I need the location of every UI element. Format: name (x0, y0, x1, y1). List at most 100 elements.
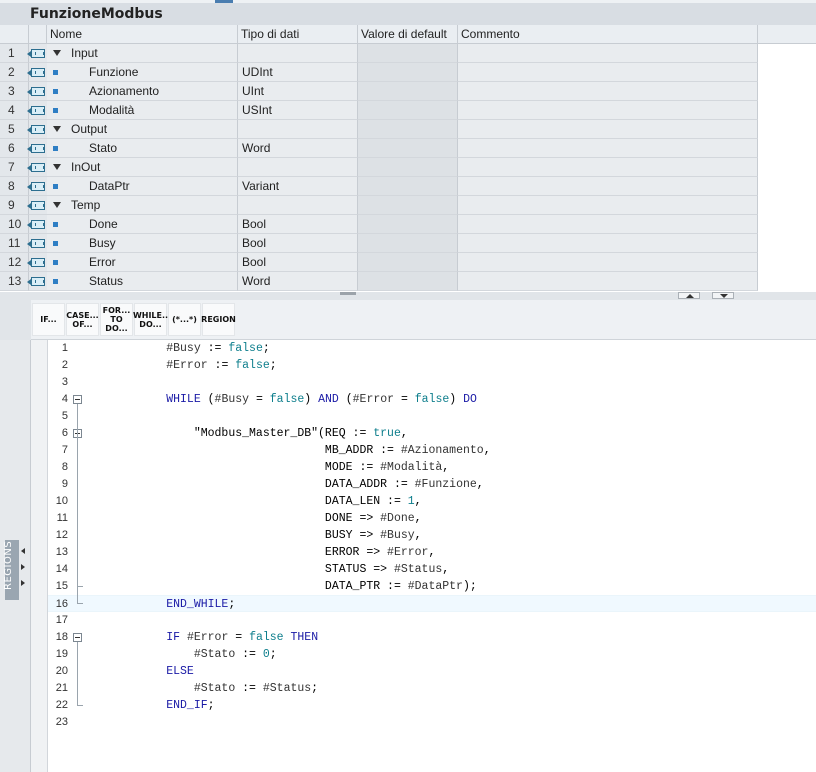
table-row[interactable]: 13 Status Word (0, 272, 758, 291)
collapse-up-button[interactable] (678, 292, 700, 299)
code-line[interactable]: 13 ERROR => #Error, (48, 544, 816, 561)
code-line[interactable]: 14 STATUS => #Status, (48, 561, 816, 578)
name-cell[interactable]: Funzione (47, 63, 238, 82)
code-line[interactable]: 19 #Stato := 0; (48, 646, 816, 663)
collapse-down-button[interactable] (712, 292, 734, 299)
insert-for-button[interactable]: FOR... TO DO... (100, 303, 133, 336)
code-line[interactable]: 1 #Busy := false; (48, 340, 816, 357)
default-cell[interactable] (358, 82, 458, 101)
type-cell[interactable]: UInt (238, 82, 358, 101)
name-cell[interactable]: Output (47, 120, 238, 139)
code-line[interactable]: 11 DONE => #Done, (48, 510, 816, 527)
table-row[interactable]: 10 Done Bool (0, 215, 758, 234)
insert-while-button[interactable]: WHILE.. DO... (133, 303, 168, 336)
comment-cell[interactable] (458, 196, 758, 215)
table-row[interactable]: 1 Input (0, 44, 758, 63)
code-line[interactable]: 23 (48, 714, 816, 731)
table-row[interactable]: 5 Output (0, 120, 758, 139)
code-line[interactable]: 20 ELSE (48, 663, 816, 680)
type-cell[interactable]: Bool (238, 253, 358, 272)
name-cell[interactable]: Stato (47, 139, 238, 158)
code-line[interactable]: 6 "Modbus_Master_DB"(REQ := true, (48, 425, 816, 442)
expand-triangle-icon[interactable] (53, 126, 61, 132)
name-cell[interactable]: Temp (47, 196, 238, 215)
type-cell[interactable]: Word (238, 139, 358, 158)
comment-cell[interactable] (458, 272, 758, 291)
name-cell[interactable]: Status (47, 272, 238, 291)
header-tipo-di-dati[interactable]: Tipo di dati (238, 25, 358, 44)
table-row[interactable]: 9 Temp (0, 196, 758, 215)
default-cell[interactable] (358, 120, 458, 139)
default-cell[interactable] (358, 253, 458, 272)
code-line[interactable]: 9 DATA_ADDR := #Funzione, (48, 476, 816, 493)
table-row[interactable]: 6 Stato Word (0, 139, 758, 158)
code-line[interactable]: 15 DATA_PTR := #DataPtr); (48, 578, 816, 595)
code-line[interactable]: 5 (48, 408, 816, 425)
code-line[interactable]: 22 END_IF; (48, 697, 816, 714)
insert-region-button[interactable]: REGION (201, 303, 236, 336)
code-line[interactable]: 18 IF #Error = false THEN (48, 629, 816, 646)
comment-cell[interactable] (458, 120, 758, 139)
header-nome[interactable]: Nome (47, 25, 238, 44)
name-cell[interactable]: Error (47, 253, 238, 272)
default-cell[interactable] (358, 196, 458, 215)
expand-triangle-icon[interactable] (53, 164, 61, 170)
type-cell[interactable]: Bool (238, 215, 358, 234)
default-cell[interactable] (358, 177, 458, 196)
header-commento[interactable]: Commento (458, 25, 758, 44)
insert-case-button[interactable]: CASE... OF... (66, 303, 99, 336)
table-row[interactable]: 4 Modalità USInt (0, 101, 758, 120)
type-cell[interactable] (238, 120, 358, 139)
table-row[interactable]: 2 Funzione UDInt (0, 63, 758, 82)
name-cell[interactable]: DataPtr (47, 177, 238, 196)
insert-if-button[interactable]: IF... (32, 303, 65, 336)
type-cell[interactable] (238, 44, 358, 63)
expand-triangle-icon[interactable] (53, 202, 61, 208)
expand-triangle-icon[interactable] (53, 50, 61, 56)
name-cell[interactable]: Busy (47, 234, 238, 253)
type-cell[interactable]: Variant (238, 177, 358, 196)
name-cell[interactable]: InOut (47, 158, 238, 177)
type-cell[interactable]: UDInt (238, 63, 358, 82)
header-valore-default[interactable]: Valore di default (358, 25, 458, 44)
default-cell[interactable] (358, 158, 458, 177)
insert-comment-button[interactable]: (*...*) (168, 303, 201, 336)
name-cell[interactable]: Done (47, 215, 238, 234)
name-cell[interactable]: Azionamento (47, 82, 238, 101)
default-cell[interactable] (358, 215, 458, 234)
comment-cell[interactable] (458, 63, 758, 82)
comment-cell[interactable] (458, 101, 758, 120)
fold-toggle-icon[interactable] (73, 633, 82, 642)
default-cell[interactable] (358, 272, 458, 291)
scl-code-editor[interactable]: 1 #Busy := false; 2 #Error := false; 3 4 WH… (48, 340, 816, 772)
table-row[interactable]: 3 Azionamento UInt (0, 82, 758, 101)
comment-cell[interactable] (458, 139, 758, 158)
expand-right-icon[interactable] (21, 564, 25, 570)
type-cell[interactable]: USInt (238, 101, 358, 120)
default-cell[interactable] (358, 139, 458, 158)
code-line[interactable]: 3 (48, 374, 816, 391)
collapse-left-icon[interactable] (21, 548, 25, 554)
code-line[interactable]: 4 WHILE (#Busy = false) AND (#Error = fa… (48, 391, 816, 408)
type-cell[interactable] (238, 196, 358, 215)
code-line[interactable]: 21 #Stato := #Status; (48, 680, 816, 697)
code-line[interactable]: 12 BUSY => #Busy, (48, 527, 816, 544)
default-cell[interactable] (358, 44, 458, 63)
code-line[interactable]: 16 END_WHILE; (48, 595, 816, 612)
comment-cell[interactable] (458, 234, 758, 253)
type-cell[interactable]: Word (238, 272, 358, 291)
table-row[interactable]: 12 Error Bool (0, 253, 758, 272)
name-cell[interactable]: Modalità (47, 101, 238, 120)
type-cell[interactable] (238, 158, 358, 177)
table-row[interactable]: 11 Busy Bool (0, 234, 758, 253)
splitter-bar[interactable] (0, 292, 816, 300)
comment-cell[interactable] (458, 253, 758, 272)
code-line[interactable]: 8 MODE := #Modalità, (48, 459, 816, 476)
code-line[interactable]: 10 DATA_LEN := 1, (48, 493, 816, 510)
default-cell[interactable] (358, 63, 458, 82)
comment-cell[interactable] (458, 82, 758, 101)
comment-cell[interactable] (458, 158, 758, 177)
comment-cell[interactable] (458, 44, 758, 63)
code-line[interactable]: 2 #Error := false; (48, 357, 816, 374)
code-line[interactable]: 7 MB_ADDR := #Azionamento, (48, 442, 816, 459)
